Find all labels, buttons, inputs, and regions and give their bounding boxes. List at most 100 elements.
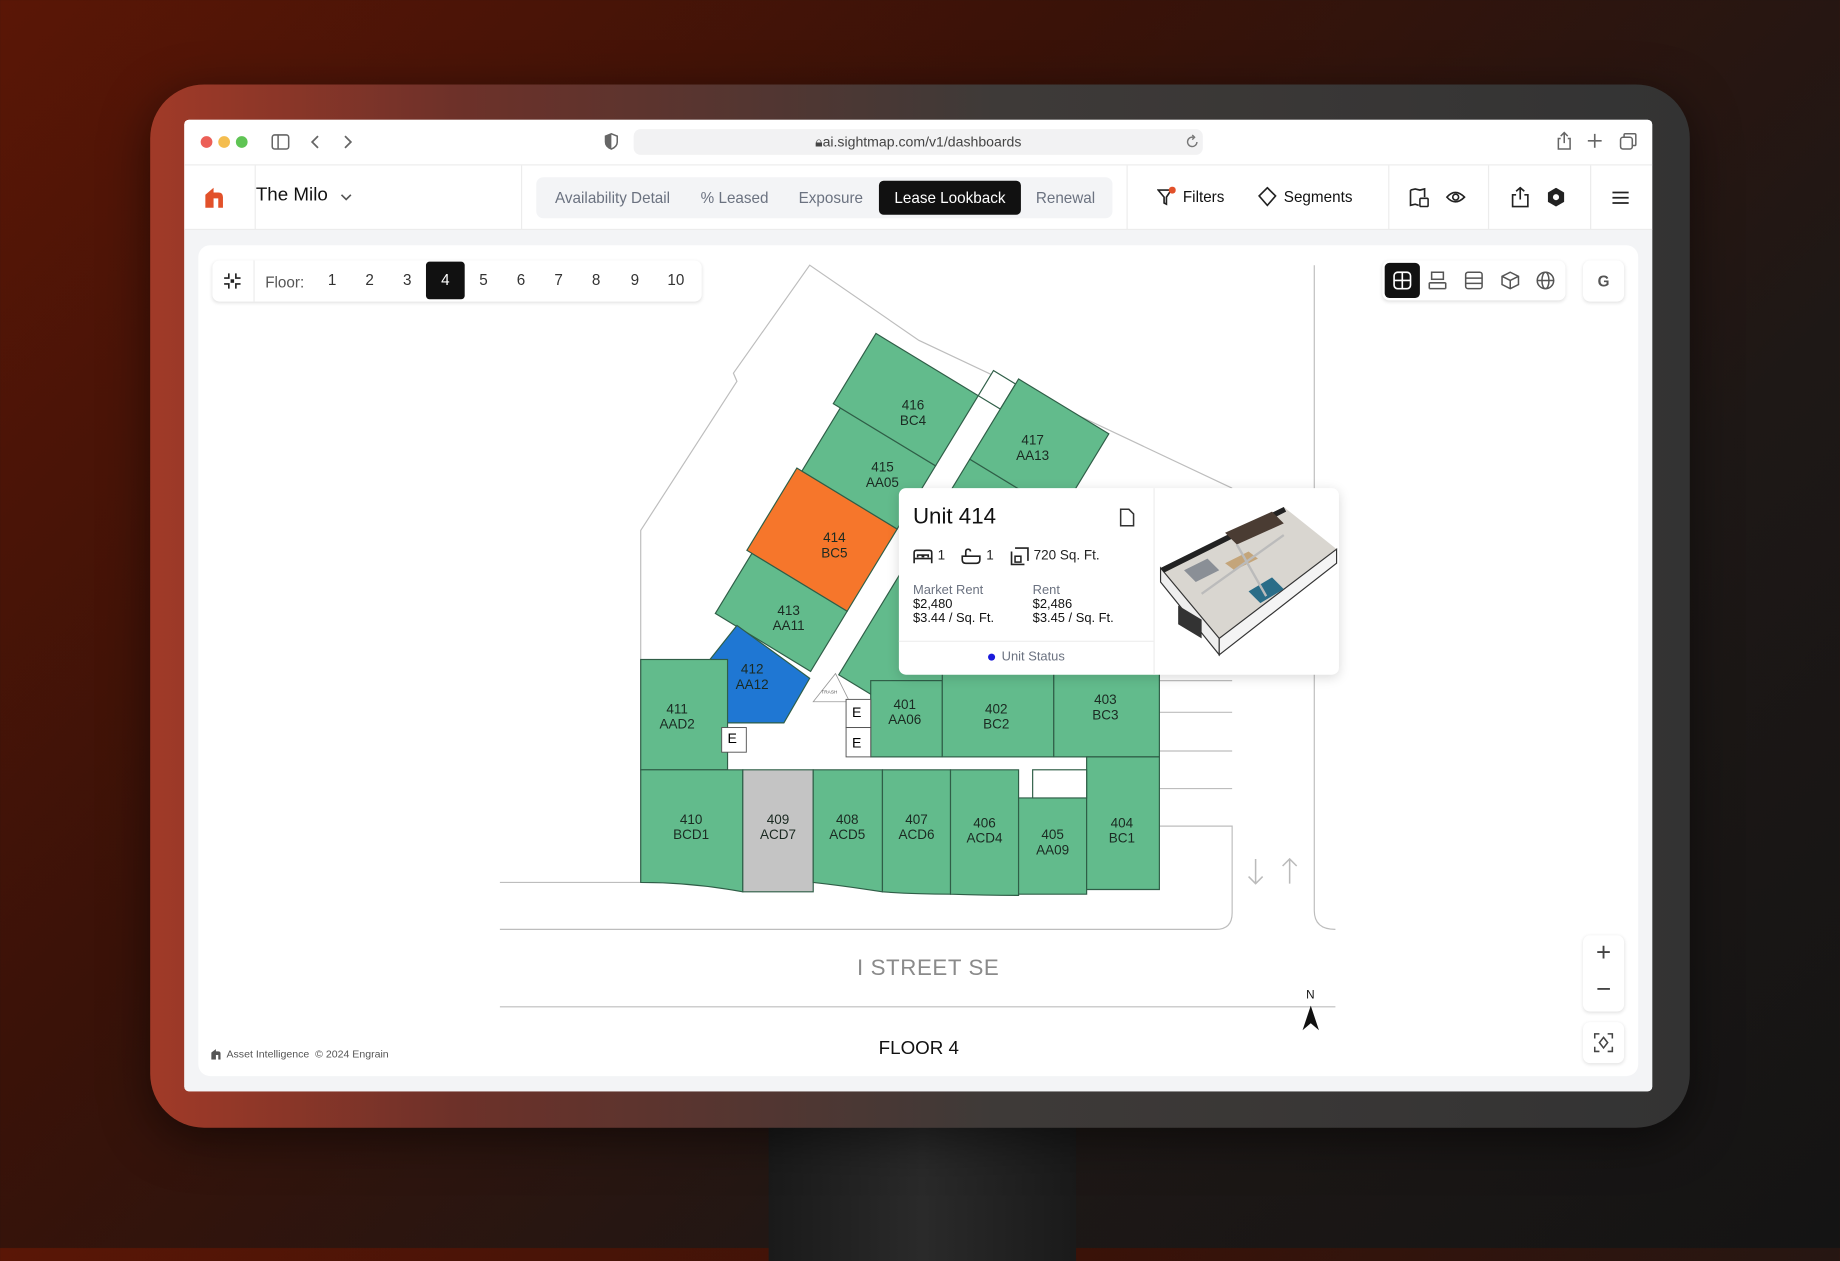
globe-icon[interactable] bbox=[1536, 271, 1555, 290]
scene: 🔒︎ai.sightmap.com/v1/dashboards The Milo… bbox=[0, 0, 1840, 1261]
unit-label-404: 404 BC1 bbox=[1108, 816, 1135, 847]
unit-label-411: 411 AAD2 bbox=[659, 702, 695, 733]
floor-8[interactable]: 8 bbox=[579, 261, 614, 301]
unit-label-415: 415 AA05 bbox=[865, 461, 899, 491]
floor-5[interactable]: 5 bbox=[466, 261, 501, 301]
unit-popup[interactable]: Unit 414 1 1 720 Sq. Ft. Market Rent $2,… bbox=[898, 488, 1339, 675]
logo-icon[interactable] bbox=[204, 187, 224, 209]
segments-icon bbox=[1258, 186, 1277, 207]
forward-icon[interactable] bbox=[341, 134, 353, 150]
floor-label: Floor: bbox=[265, 273, 305, 292]
rent-value: $2,486 bbox=[1032, 597, 1073, 612]
north-arrow-icon bbox=[1302, 1005, 1319, 1031]
shield-icon[interactable] bbox=[604, 132, 619, 151]
reload-icon[interactable] bbox=[1185, 134, 1199, 150]
document-icon[interactable] bbox=[1119, 508, 1135, 527]
google-view-button[interactable]: G bbox=[1583, 260, 1625, 302]
eye-icon[interactable] bbox=[1445, 189, 1466, 205]
traffic-arrows bbox=[1248, 857, 1298, 885]
tab-exposure[interactable]: Exposure bbox=[786, 181, 875, 215]
filters-button[interactable]: Filters bbox=[1157, 186, 1224, 207]
list-icon[interactable] bbox=[1464, 271, 1483, 290]
baths-count: 1 bbox=[986, 549, 994, 564]
minimize-window-button[interactable] bbox=[218, 136, 230, 148]
browser-titlebar: 🔒︎ai.sightmap.com/v1/dashboards bbox=[184, 119, 1653, 166]
unit-label-416: 416 BC4 bbox=[899, 398, 927, 429]
divider bbox=[1388, 165, 1390, 230]
divider bbox=[1126, 165, 1128, 230]
floor-6[interactable]: 6 bbox=[503, 261, 538, 301]
zoom-out-button[interactable]: − bbox=[1583, 974, 1624, 1009]
close-window-button[interactable] bbox=[200, 136, 213, 148]
zoom-in-button[interactable]: + bbox=[1583, 938, 1624, 973]
settings-icon[interactable] bbox=[1547, 187, 1566, 207]
segments-label: Segments bbox=[1283, 187, 1353, 206]
tab-percent-leased[interactable]: % Leased bbox=[692, 181, 776, 215]
view-2d-button[interactable] bbox=[1384, 262, 1420, 299]
map-add-icon[interactable] bbox=[1409, 187, 1429, 208]
floor-title: FLOOR 4 bbox=[878, 1038, 959, 1059]
area-icon bbox=[1010, 547, 1029, 566]
unit-label-409: 409 ACD7 bbox=[760, 813, 797, 843]
bed-icon bbox=[913, 549, 933, 564]
export-icon[interactable] bbox=[1511, 186, 1529, 208]
footer-credit: Asset Intelligence © 2024 Engrain bbox=[211, 1047, 389, 1060]
status-label: Unit Status bbox=[1001, 650, 1065, 665]
area-value: 720 Sq. Ft. bbox=[1033, 549, 1100, 564]
unit-label-407: 407 ACD6 bbox=[898, 813, 935, 843]
collapse-icon[interactable] bbox=[223, 272, 242, 290]
floor-7[interactable]: 7 bbox=[541, 261, 576, 301]
parking-lines bbox=[1159, 680, 1233, 790]
cube-3d-icon[interactable] bbox=[1501, 271, 1520, 290]
app-header: The Milo Availability Detail % Leased Ex… bbox=[184, 165, 1653, 230]
tab-overview-icon[interactable] bbox=[1619, 133, 1637, 151]
unit-title: Unit 414 bbox=[912, 504, 997, 530]
new-tab-icon[interactable] bbox=[1587, 133, 1602, 148]
stack-icon[interactable] bbox=[1428, 271, 1447, 290]
share-icon[interactable] bbox=[1556, 131, 1572, 150]
url-text: ai.sightmap.com/v1/dashboards bbox=[822, 133, 1022, 151]
market-rent-sqft: $3.44 / Sq. Ft. bbox=[912, 611, 995, 626]
unit-specs: 1 1 720 Sq. Ft. bbox=[913, 547, 1100, 566]
floor-1[interactable]: 1 bbox=[314, 261, 349, 301]
unit-label-402: 402 BC2 bbox=[983, 702, 1010, 733]
divider bbox=[1590, 165, 1592, 230]
elevator-label: E bbox=[727, 729, 737, 747]
tab-availability-detail[interactable]: Availability Detail bbox=[541, 181, 684, 215]
footer-copyright: © 2024 Engrain bbox=[315, 1047, 389, 1060]
maximize-window-button[interactable] bbox=[235, 136, 248, 148]
floor-4[interactable]: 4 bbox=[425, 261, 465, 300]
address-bar[interactable]: 🔒︎ai.sightmap.com/v1/dashboards bbox=[633, 129, 1203, 155]
segments-button[interactable]: Segments bbox=[1258, 186, 1353, 207]
unit-label-413: 413 AA11 bbox=[772, 604, 805, 634]
status-dot-icon bbox=[987, 653, 995, 661]
sidebar-toggle-icon[interactable] bbox=[271, 134, 290, 150]
tab-renewal[interactable]: Renewal bbox=[1026, 181, 1106, 215]
divider bbox=[898, 640, 1154, 642]
chevron-down-icon bbox=[340, 194, 352, 201]
elevator-label: E bbox=[851, 734, 862, 752]
recenter-button[interactable] bbox=[1583, 1022, 1625, 1064]
rent-block: Rent $2,486 $3.45 / Sq. Ft. bbox=[1033, 583, 1114, 625]
arrow-up-icon bbox=[1282, 857, 1298, 884]
street-label: I STREET SE bbox=[857, 956, 1000, 982]
unit-3d-floorplan-image bbox=[1159, 506, 1338, 657]
back-icon[interactable] bbox=[310, 134, 322, 150]
market-rent-label: Market Rent bbox=[912, 583, 984, 598]
filter-icon bbox=[1157, 186, 1176, 206]
market-rent-value: $2,480 bbox=[912, 597, 953, 612]
divider bbox=[521, 165, 523, 230]
arrow-down-icon bbox=[1248, 858, 1264, 885]
unit-label-403: 403 BC3 bbox=[1092, 693, 1119, 723]
unit-label-412: 412 AA12 bbox=[735, 663, 769, 693]
property-name: The Milo bbox=[255, 185, 328, 206]
view-mode-toolbar bbox=[1382, 260, 1566, 301]
floor-10[interactable]: 10 bbox=[658, 261, 693, 301]
unit-label-406: 406 ACD4 bbox=[966, 816, 1003, 847]
menu-icon[interactable] bbox=[1612, 191, 1629, 204]
floor-3[interactable]: 3 bbox=[390, 261, 425, 301]
asset-intelligence-logo-icon bbox=[211, 1048, 221, 1060]
floor-2[interactable]: 2 bbox=[352, 261, 387, 301]
floor-9[interactable]: 9 bbox=[617, 261, 652, 301]
tab-lease-lookback[interactable]: Lease Lookback bbox=[878, 180, 1021, 215]
